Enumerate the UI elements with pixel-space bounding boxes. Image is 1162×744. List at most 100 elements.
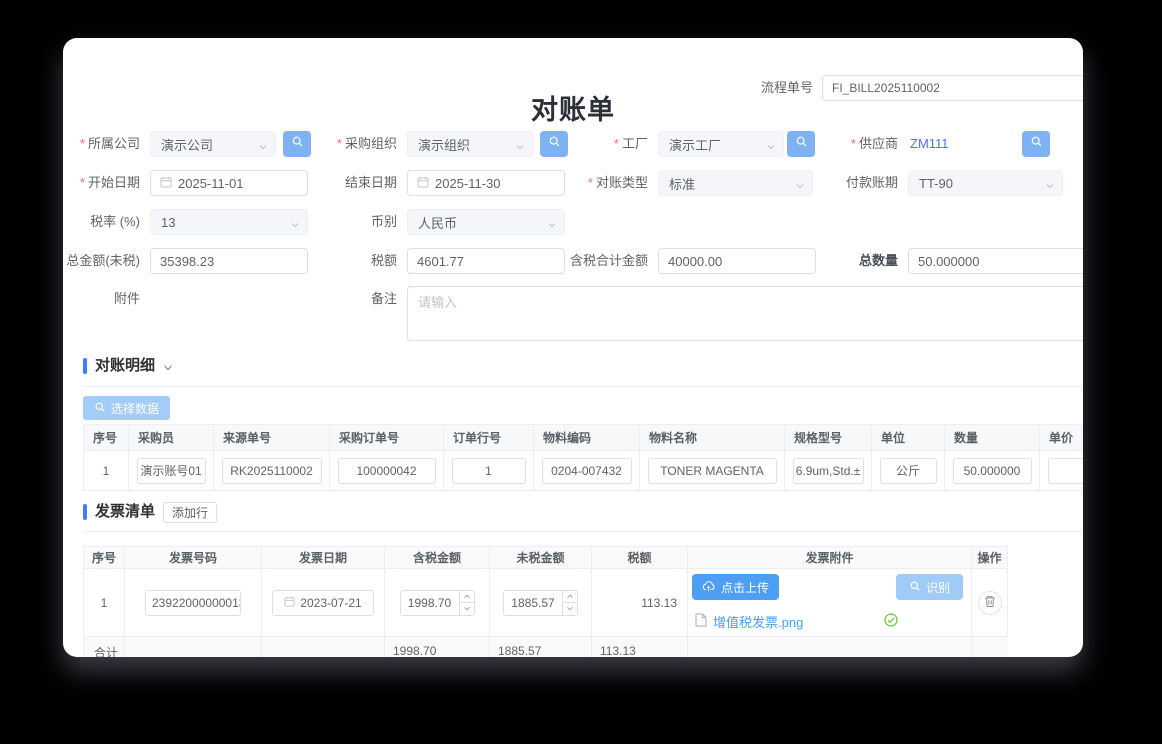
upload-cloud-icon (702, 580, 715, 595)
payment-term-label: 付款账期 (773, 170, 898, 196)
reconciliation-card: 流程单号 FI_BILL2025110002 对账单 *所属公司 演示公司 *采… (63, 38, 1083, 657)
start-date-label: *开始日期 (63, 170, 140, 196)
summary-untaxed: 1885.57 (490, 637, 592, 657)
recon-type-label: *对账类型 (523, 170, 648, 196)
tax-rate-label: 税率 (%) (63, 209, 140, 235)
search-icon (94, 401, 106, 416)
company-select[interactable]: 演示公司 (150, 131, 276, 157)
invoice-file-link[interactable]: 增值税发票.png (695, 612, 803, 631)
search-icon (909, 580, 921, 595)
buyer-input[interactable]: 演示账号01 (137, 458, 206, 484)
section-accent-bar (83, 358, 87, 374)
stepper-down-icon[interactable] (460, 603, 474, 615)
po-no-input[interactable]: 100000042 (338, 458, 436, 484)
invoice-table-row: 1 239220000000139 2023-07-21 1998.70 (83, 569, 1008, 637)
invoice-tax-value: 113.13 (592, 569, 688, 637)
invoice-col-number: 发票号码 (125, 546, 262, 569)
unit-input[interactable]: 公斤 (880, 458, 937, 484)
total-qty-input[interactable]: 50.000000 (908, 248, 1083, 274)
invoice-col-no: 序号 (83, 546, 125, 569)
factory-select[interactable]: 演示工厂 (658, 131, 784, 157)
detail-table-row: 1 演示账号01 RK2025110002 100000042 1 0204-0… (83, 451, 1083, 491)
supplier-label: *供应商 (773, 131, 898, 157)
attachment-label: 附件 (63, 286, 140, 312)
invoice-col-with-tax: 含税金额 (385, 546, 490, 569)
factory-label: *工厂 (523, 131, 648, 157)
summary-label: 合计 (83, 637, 125, 657)
page-title: 对账单 (63, 88, 1083, 127)
remark-textarea[interactable] (407, 286, 1083, 341)
delete-row-button[interactable] (978, 591, 1002, 615)
upload-button[interactable]: 点击上传 (692, 574, 779, 600)
invoice-section-title: 发票清单 (95, 503, 155, 521)
section-divider (83, 531, 1083, 532)
stepper-up-icon[interactable] (563, 591, 577, 604)
section-accent-bar (83, 504, 87, 520)
invoice-col-tax: 税额 (592, 546, 688, 569)
source-no-input[interactable]: RK2025110002 (222, 458, 322, 484)
supplier-value-link[interactable]: ZM111 (910, 131, 949, 157)
summary-tax: 113.13 (592, 637, 688, 657)
payment-term-select[interactable]: TT-90 (908, 170, 1063, 196)
document-icon (695, 613, 707, 630)
detail-col-no: 序号 (83, 424, 129, 451)
chevron-down-icon (258, 140, 268, 155)
calendar-icon (284, 596, 295, 610)
select-data-button[interactable]: 选择数据 (83, 396, 170, 420)
purchase-org-select[interactable]: 演示组织 (407, 131, 533, 157)
trash-icon (984, 595, 996, 611)
detail-header-row: 序号 采购员 来源单号 采购订单号 订单行号 物料编码 物料名称 规格型号 单位… (83, 424, 1083, 451)
qty-input[interactable]: 50.000000 (953, 458, 1032, 484)
invoice-date-input[interactable]: 2023-07-21 (272, 590, 374, 616)
ocr-recognize-button[interactable]: 识别 (896, 574, 963, 600)
amount-with-tax-stepper[interactable]: 1998.70 (400, 590, 475, 616)
stepper-down-icon[interactable] (563, 603, 577, 615)
detail-col-mat-code: 物料编码 (534, 424, 640, 451)
chevron-down-icon (1045, 179, 1055, 194)
total-untaxed-input[interactable]: 35398.23 (150, 248, 308, 274)
price-input[interactable] (1048, 458, 1084, 484)
add-row-button[interactable]: 添加行 (163, 502, 217, 523)
total-with-tax-label: 含税合计金额 (523, 248, 648, 274)
invoice-table: 序号 发票号码 发票日期 含税金额 未税金额 税额 发票附件 操作 1 2392… (83, 546, 1008, 657)
invoice-header-row: 序号 发票号码 发票日期 含税金额 未税金额 税额 发票附件 操作 (83, 546, 1008, 569)
invoice-col-date: 发票日期 (262, 546, 385, 569)
detail-col-qty: 数量 (945, 424, 1040, 451)
calendar-icon (160, 176, 172, 191)
detail-col-source: 来源单号 (214, 424, 330, 451)
company-label: *所属公司 (63, 131, 140, 157)
amount-untaxed-stepper[interactable]: 1885.57 (503, 590, 578, 616)
check-circle-icon (884, 613, 898, 630)
detail-col-mat-name: 物料名称 (640, 424, 785, 451)
detail-col-line: 订单行号 (444, 424, 534, 451)
detail-col-po: 采购订单号 (330, 424, 444, 451)
tax-rate-select[interactable]: 13 (150, 209, 308, 235)
invoice-col-action: 操作 (972, 546, 1008, 569)
detail-col-spec: 规格型号 (785, 424, 872, 451)
detail-col-price: 单价 (1040, 424, 1083, 451)
total-untaxed-label: 总金额(未税) (63, 248, 140, 274)
search-icon (1030, 135, 1043, 153)
invoice-no-input[interactable]: 239220000000139 (145, 590, 241, 616)
invoice-col-file: 发票附件 (688, 546, 972, 569)
invoice-summary-row: 合计 1998.70 1885.57 113.13 (83, 637, 1008, 657)
detail-col-buyer: 采购员 (129, 424, 214, 451)
supplier-search-button[interactable] (1022, 131, 1050, 157)
currency-label: 币别 (293, 209, 397, 235)
line-no-input[interactable]: 1 (452, 458, 526, 484)
end-date-label: 结束日期 (293, 170, 397, 196)
collapse-chevron-icon[interactable] (162, 361, 174, 379)
currency-select[interactable]: 人民币 (407, 209, 565, 235)
spec-input[interactable]: 6.9um,Std.± (793, 458, 864, 484)
invoice-col-untaxed: 未税金额 (490, 546, 592, 569)
chevron-down-icon (547, 218, 557, 233)
detail-col-unit: 单位 (872, 424, 945, 451)
remark-label: 备注 (293, 286, 397, 312)
stepper-up-icon[interactable] (460, 591, 474, 604)
invoice-row-index: 1 (83, 569, 125, 637)
tax-amount-label: 税额 (293, 248, 397, 274)
material-code-input[interactable]: 0204-007432 (542, 458, 632, 484)
material-name-input[interactable]: TONER MAGENTA (648, 458, 777, 484)
calendar-icon (417, 176, 429, 191)
start-date-input[interactable]: 2025-11-01 (150, 170, 308, 196)
